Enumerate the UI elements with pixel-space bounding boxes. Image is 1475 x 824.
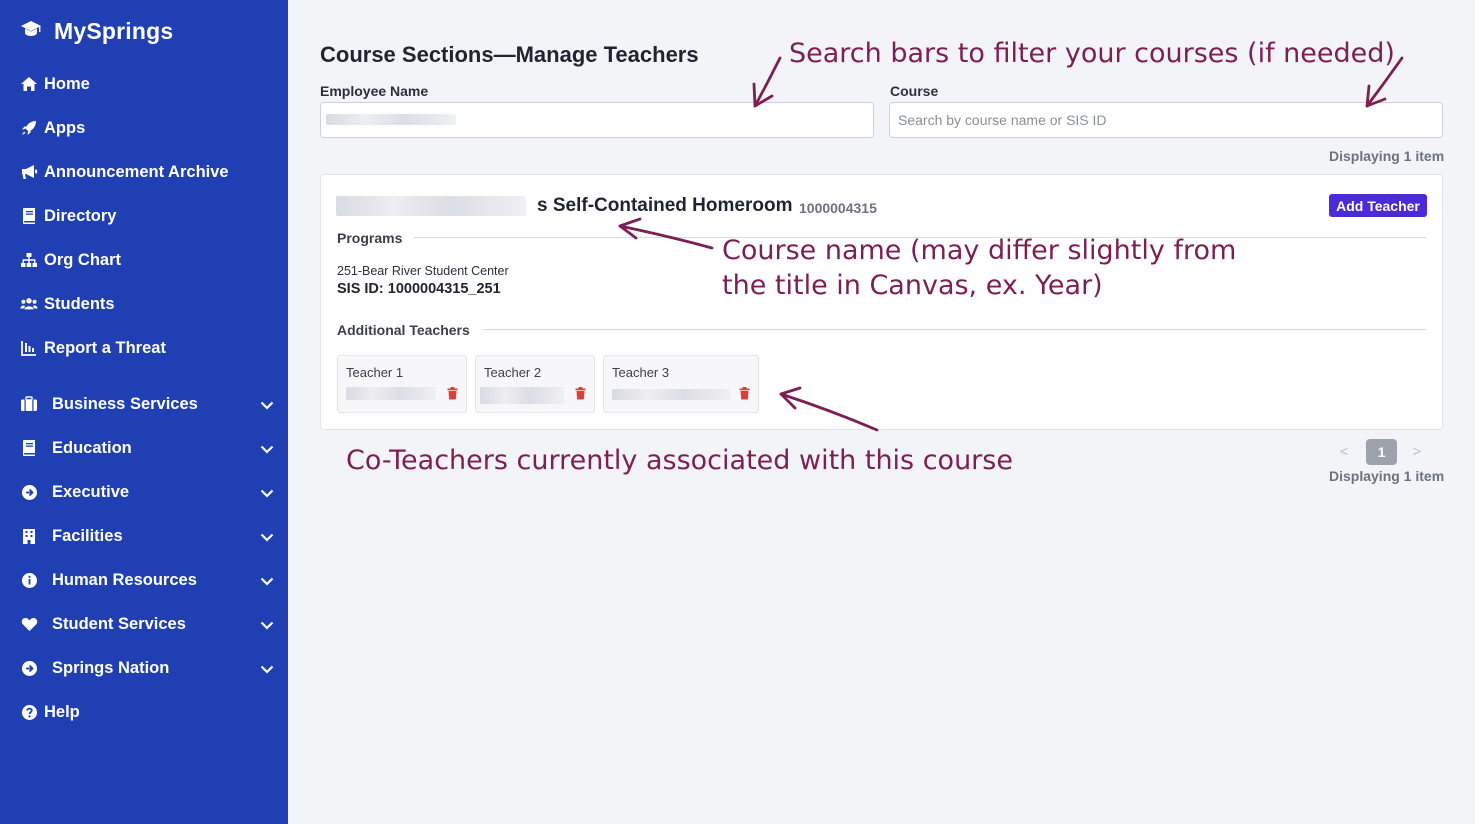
course-title: s Self-Contained Homeroom [537,195,793,216]
graduation-cap-icon [20,20,42,43]
chevron-down-icon[interactable] [260,396,274,415]
chevron-down-icon[interactable] [260,484,274,503]
employee-name-label: Employee Name [320,83,429,99]
chart-icon [20,339,38,357]
sidebar-item-report-a-threat[interactable]: Report a Threat [20,336,166,360]
book-icon [20,439,38,457]
page-1-button[interactable]: 1 [1366,439,1397,465]
additional-teachers-label: Additional Teachers [337,322,482,338]
teacher-label: Teacher 2 [484,365,542,380]
course-label: Course [890,83,939,99]
teacher-card: Teacher 2 [475,355,595,413]
trash-icon[interactable] [447,387,458,405]
teacher-label: Teacher 3 [612,365,670,380]
megaphone-icon [20,163,38,181]
sidebar-group-label: Human Resources [52,570,197,589]
sidebar-group-label: Springs Nation [52,658,170,677]
sidebar-item-apps[interactable]: Apps [20,116,85,140]
book-icon [20,207,38,225]
sidebar-group-human-resources[interactable]: Human Resources [20,568,274,592]
sidebar-group-label: Education [52,438,132,457]
add-teacher-button[interactable]: Add Teacher [1329,194,1427,217]
sitemap-icon [20,251,38,269]
sidebar-item-students[interactable]: Students [20,292,115,316]
programs-label: Programs [337,230,415,246]
arrow-circle-icon [20,483,38,501]
displaying-count-bottom: Displaying 1 item [1329,468,1445,484]
sidebar-item-label: Help [44,702,80,721]
heart-icon [20,615,38,633]
building-icon [20,527,38,545]
sis-id: SIS ID: 1000004315_251 [337,281,501,297]
sidebar-item-announcement-archive[interactable]: Announcement Archive [20,160,229,184]
home-icon [20,75,38,93]
sidebar-item-label: Org Chart [44,250,122,269]
sidebar-item-label: Apps [44,118,86,137]
arrow-circle-icon [20,659,38,677]
sidebar-item-label: Directory [44,206,117,225]
briefcase-icon [20,395,38,413]
users-icon [20,295,38,313]
redacted-teacher-name [346,387,436,400]
sidebar-item-label: Announcement Archive [44,162,229,181]
sidebar-group-executive[interactable]: Executive [20,480,274,504]
brand-name: MySprings [54,18,174,44]
chevron-down-icon[interactable] [260,616,274,635]
sidebar-group-facilities[interactable]: Facilities [20,524,274,548]
sidebar-item-directory[interactable]: Directory [20,204,116,228]
trash-icon[interactable] [575,387,586,405]
chevron-down-icon[interactable] [260,660,274,679]
info-circle-icon [20,571,38,589]
question-circle-icon [20,703,38,721]
sidebar-group-springs-nation[interactable]: Springs Nation [20,656,274,680]
sidebar-group-label: Student Services [52,614,186,633]
sidebar-group-student-services[interactable]: Student Services [20,612,274,636]
sidebar-item-label: Home [44,74,90,93]
redacted-course-prefix [336,196,526,216]
annotation-course-line2: the title in Canvas, ex. Year) [722,270,1103,301]
rocket-icon [20,119,38,137]
divider [337,329,1426,330]
displaying-count-top: Displaying 1 item [1329,148,1445,164]
sidebar-group-business-services[interactable]: Business Services [20,392,274,416]
redacted-teacher-name [612,389,730,400]
redacted-teacher-name [480,387,564,404]
annotation-coteachers: Co-Teachers currently associated with th… [346,445,1013,476]
annotation-arrow [753,56,782,108]
sidebar-group-label: Executive [52,482,130,501]
sidebar-group-label: Business Services [52,394,198,413]
teacher-card: Teacher 3 [603,355,759,413]
chevron-down-icon[interactable] [260,528,274,547]
trash-icon[interactable] [739,387,750,405]
sidebar-item-label: Students [44,294,115,313]
sidebar-group-label: Facilities [52,526,123,545]
annotation-course-line1: Course name (may differ slightly from [722,235,1237,266]
sidebar: MySprings Home Apps Announcement Archive… [0,0,288,824]
sidebar-item-home[interactable]: Home [20,72,90,96]
course-id: 1000004315 [799,200,877,216]
teacher-label: Teacher 1 [346,365,404,380]
redacted-employee-name [326,114,456,125]
sidebar-group-education[interactable]: Education [20,436,274,460]
course-search-input[interactable] [889,102,1443,138]
sidebar-item-label: Report a Threat [44,338,166,357]
program-name: 251-Bear River Student Center [337,264,509,278]
chevron-down-icon[interactable] [260,572,274,591]
sidebar-item-help[interactable]: Help [20,700,80,724]
brand[interactable]: MySprings [20,18,173,45]
next-page-button[interactable]: > [1413,443,1421,459]
annotation-search: Search bars to filter your courses (if n… [789,38,1395,69]
teacher-card: Teacher 1 [337,355,467,413]
chevron-down-icon[interactable] [260,440,274,459]
page-title: Course Sections—Manage Teachers [320,42,699,67]
prev-page-button[interactable]: < [1340,443,1348,459]
sidebar-item-org-chart[interactable]: Org Chart [20,248,121,272]
